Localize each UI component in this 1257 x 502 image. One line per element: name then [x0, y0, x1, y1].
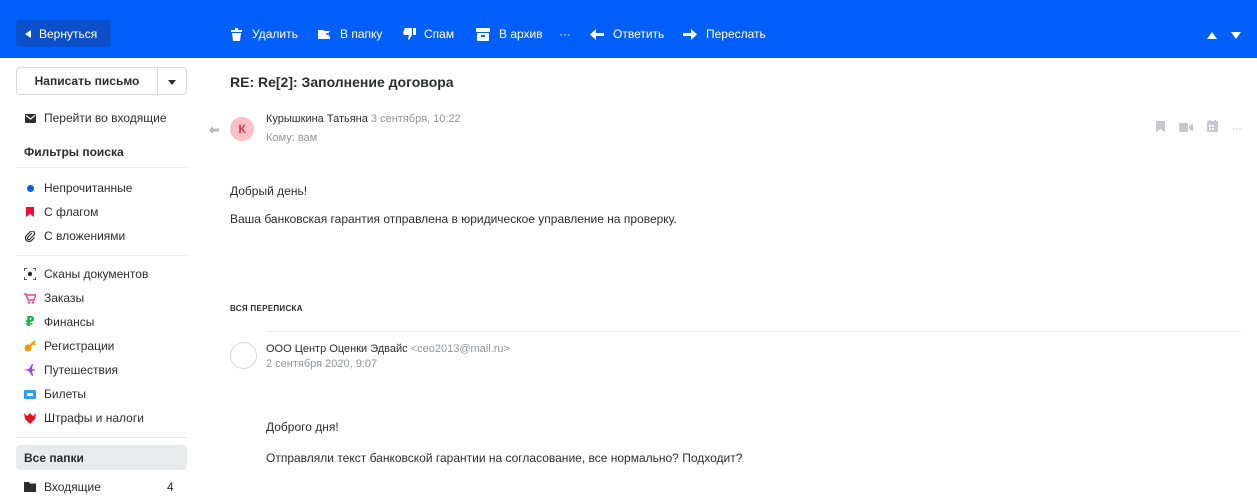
scan-icon: [24, 268, 36, 280]
reply-label: Ответить: [613, 27, 665, 41]
back-triangle-icon: [25, 27, 31, 41]
category-finance[interactable]: ₽ Финансы: [24, 314, 95, 329]
key-icon: [24, 340, 36, 352]
category-tickets-label: Билеты: [44, 387, 86, 401]
thread-body: Отправляли текст банковской гарантии на …: [266, 451, 743, 465]
category-registrations-label: Регистрации: [44, 339, 115, 353]
archive-button[interactable]: В архив: [476, 27, 543, 41]
thread-greeting: Доброго дня!: [266, 420, 339, 434]
forward-button[interactable]: Переслать: [683, 27, 766, 41]
message-date: 3 сентября, 10:22: [370, 113, 461, 125]
message-greeting: Добрый день!: [230, 184, 308, 198]
delete-button[interactable]: Удалить: [231, 27, 298, 41]
sender-name[interactable]: Курышкина Татьяна: [266, 113, 368, 125]
more-button[interactable]: ···: [559, 27, 571, 41]
back-button[interactable]: Вернуться: [16, 20, 111, 47]
ruble-icon: ₽: [25, 314, 35, 329]
sidebar-divider: [16, 437, 187, 438]
inbox-unread-count: 4: [167, 480, 174, 494]
reply-button[interactable]: Ответить: [590, 27, 664, 41]
filter-flagged-label: С флагом: [44, 205, 99, 219]
thread-sender-name[interactable]: ООО Центр Оценки Эдвайс: [266, 343, 408, 355]
filter-unread-label: Непрочитанные: [44, 181, 133, 195]
calendar-icon[interactable]: [1207, 120, 1218, 135]
folder-inbox-label: Входящие: [44, 480, 101, 494]
compose-dropdown-button[interactable]: [158, 68, 186, 94]
thumb-down-icon: [403, 28, 416, 40]
thread-sender-avatar: [230, 342, 257, 369]
folder-move-icon: [318, 28, 332, 40]
category-fines-taxes[interactable]: Штрафы и налоги: [24, 411, 144, 425]
sender-avatar: К: [230, 117, 254, 141]
paperclip-icon: [24, 230, 36, 242]
filter-flagged[interactable]: С флагом: [24, 205, 98, 219]
next-message-icon[interactable]: [1231, 28, 1241, 42]
goto-inbox-link[interactable]: Перейти во входящие: [24, 111, 167, 125]
thread-date: 2 сентября 2020, 9:07: [266, 358, 378, 370]
move-to-folder-label: В папку: [340, 27, 383, 41]
reply-arrow-icon: [590, 28, 604, 40]
trash-icon: [231, 27, 242, 41]
message-body: Ваша банковская гарантия отправлена в юр…: [230, 212, 677, 226]
delete-label: Удалить: [252, 27, 298, 41]
category-registrations[interactable]: Регистрации: [24, 339, 114, 353]
archive-label: В архив: [499, 27, 543, 41]
move-to-folder-button[interactable]: В папку: [318, 27, 382, 41]
filter-unread[interactable]: Непрочитанные: [24, 181, 132, 195]
compose-button[interactable]: Написать письмо: [17, 68, 158, 94]
dot-icon: [24, 182, 36, 194]
crest-icon: [24, 412, 36, 424]
recipients-line[interactable]: Кому: вам: [266, 132, 317, 144]
message-subject: RE: Re[2]: Заполнение договора: [230, 74, 454, 90]
spam-button[interactable]: Спам: [403, 27, 454, 41]
ticket-icon: [24, 388, 36, 400]
thread-sender-email[interactable]: <ceo2013@mail.ru>: [411, 343, 510, 355]
thread-sender-line: ООО Центр Оценки Эдвайс <ceo2013@mail.ru…: [266, 343, 510, 355]
sidebar-divider: [16, 167, 187, 168]
chevron-down-icon: [168, 74, 176, 88]
all-folders-item[interactable]: Все папки: [16, 445, 187, 470]
previous-message-icon[interactable]: [1207, 28, 1217, 42]
compose-control: Написать письмо: [16, 67, 187, 95]
forward-label: Переслать: [706, 27, 766, 41]
prev-next-controls: [1207, 28, 1241, 42]
category-finance-label: Финансы: [44, 315, 95, 329]
thread-divider: [266, 331, 1241, 332]
more-actions-icon[interactable]: ···: [1232, 121, 1242, 135]
envelope-icon: [24, 112, 36, 124]
bookmark-icon[interactable]: [1156, 120, 1165, 135]
sender-line: Курышкина Татьяна 3 сентября, 10:22: [266, 113, 461, 125]
category-scans-label: Сканы документов: [44, 267, 149, 281]
video-call-icon[interactable]: [1179, 121, 1193, 135]
filter-attachments[interactable]: С вложениями: [24, 229, 125, 243]
back-label: Вернуться: [39, 26, 98, 41]
forward-arrow-icon: [683, 28, 697, 40]
category-fines-taxes-label: Штрафы и налоги: [44, 411, 144, 425]
spam-label: Спам: [424, 27, 455, 41]
category-tickets[interactable]: Билеты: [24, 387, 86, 401]
sidebar-divider: [16, 255, 187, 256]
filter-attachments-label: С вложениями: [44, 229, 126, 243]
cart-icon: [24, 292, 36, 304]
plane-icon: [24, 364, 36, 376]
filters-title: Фильтры поиска: [24, 145, 124, 159]
message-actions: ···: [1156, 120, 1242, 135]
more-dots-icon: ···: [559, 27, 571, 41]
category-travel-label: Путешествия: [44, 363, 119, 377]
category-orders-label: Заказы: [44, 291, 85, 305]
folder-icon: [24, 481, 36, 493]
archive-icon: [476, 27, 490, 41]
toolbar: Вернуться Удалить В папку Спам В архив ·…: [0, 0, 1257, 58]
category-travel[interactable]: Путешествия: [24, 363, 118, 377]
goto-inbox-label: Перейти во входящие: [44, 111, 167, 125]
thread-label: вся переписка: [230, 304, 303, 313]
category-orders[interactable]: Заказы: [24, 291, 84, 305]
folder-inbox[interactable]: Входящие: [24, 480, 101, 494]
category-scans[interactable]: Сканы документов: [24, 267, 148, 281]
flag-icon: [24, 206, 36, 218]
replied-indicator-icon: [209, 123, 219, 137]
